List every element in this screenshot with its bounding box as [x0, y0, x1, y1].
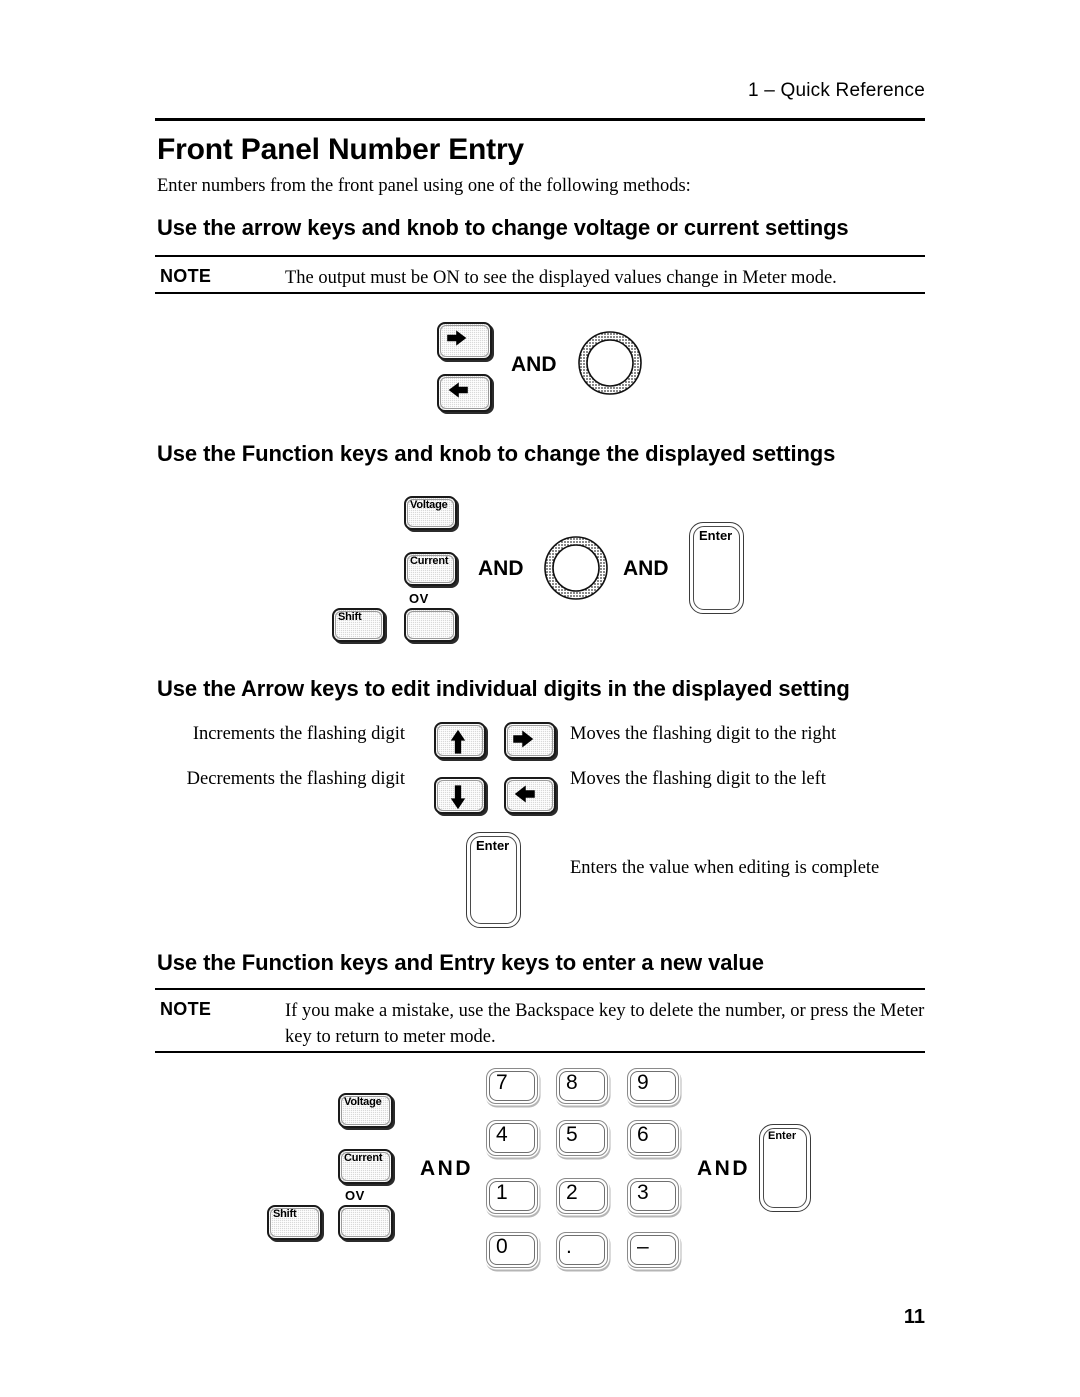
heading-function-knob: Use the Function keys and knob to change… [157, 441, 836, 466]
desc-increments: Increments the flashing digit [192, 724, 405, 744]
document-page: 1 – Quick Reference Front Panel Number E… [0, 0, 1080, 1397]
note-label-2: NOTE [160, 999, 212, 1019]
keypad-key-label: 9 [637, 1071, 649, 1094]
keypad-key-label: 3 [637, 1181, 649, 1204]
key-current-label: Current [344, 1152, 383, 1164]
desc-moves-right: Moves the flashing digit to the right [570, 724, 837, 744]
intro-paragraph: Enter numbers from the front panel using… [157, 176, 691, 196]
up-arrow-icon [448, 729, 468, 755]
keypad-key-5[interactable]: 5 [556, 1120, 608, 1156]
key-voltage[interactable]: Voltage [404, 496, 457, 530]
key-left-arrow[interactable] [437, 374, 492, 412]
keypad-key-decimal[interactable]: . [556, 1232, 608, 1268]
key-right-arrow[interactable] [437, 322, 492, 360]
key-enter-label: Enter [699, 528, 733, 543]
key-down-arrow[interactable] [434, 777, 486, 814]
running-header: 1 – Quick Reference [748, 80, 925, 101]
keypad-key-8[interactable]: 8 [556, 1068, 608, 1104]
note-text-1: The output must be ON to see the display… [285, 268, 837, 288]
keypad-key-1[interactable]: 1 [486, 1178, 538, 1214]
keypad-key-label: 4 [496, 1123, 508, 1146]
keypad-key-label: 6 [637, 1123, 649, 1146]
note-rule-top-1 [155, 255, 925, 257]
key-shift[interactable]: Shift [332, 608, 385, 642]
key-enter[interactable]: Enter [466, 832, 521, 928]
right-arrow-icon [446, 328, 470, 348]
keypad-key-7[interactable]: 7 [486, 1068, 538, 1104]
heading-arrow-knob: Use the arrow keys and knob to change vo… [157, 215, 849, 240]
keypad-key-label: 2 [566, 1181, 578, 1204]
keypad-key-label: . [566, 1235, 572, 1258]
ov-annotation-label: OV [345, 1188, 365, 1203]
down-arrow-icon [448, 784, 468, 810]
keypad-key-label: 0 [496, 1235, 508, 1258]
page-title: Front Panel Number Entry [157, 133, 524, 166]
keypad-key-3[interactable]: 3 [627, 1178, 679, 1214]
rotary-knob-icon[interactable] [577, 330, 643, 396]
page-number: 11 [903, 1306, 925, 1328]
right-arrow-icon [511, 728, 537, 750]
key-current-label: Current [410, 555, 449, 567]
left-arrow-icon [446, 380, 470, 400]
keypad-key-4[interactable]: 4 [486, 1120, 538, 1156]
and-connector-4: AND [420, 1157, 473, 1180]
key-enter-label: Enter [768, 1130, 797, 1142]
note-text-2: If you make a mistake, use the Backspace… [285, 1001, 925, 1047]
keypad-key-label: – [637, 1235, 649, 1258]
key-up-arrow[interactable] [434, 722, 486, 759]
keypad-key-9[interactable]: 9 [627, 1068, 679, 1104]
keypad-key-0[interactable]: 0 [486, 1232, 538, 1268]
key-ov[interactable] [404, 608, 457, 642]
key-voltage[interactable]: Voltage [338, 1093, 393, 1128]
key-voltage-label: Voltage [344, 1096, 382, 1108]
key-ov[interactable] [338, 1205, 393, 1240]
keypad-key-6[interactable]: 6 [627, 1120, 679, 1156]
key-enter-label: Enter [476, 838, 510, 853]
key-right-arrow[interactable] [504, 722, 556, 759]
key-enter[interactable]: Enter [759, 1124, 811, 1212]
note-label-1: NOTE [160, 266, 212, 286]
key-left-arrow[interactable] [504, 777, 556, 814]
key-shift[interactable]: Shift [267, 1205, 322, 1240]
key-current[interactable]: Current [404, 552, 457, 586]
key-bevel [407, 611, 454, 639]
keypad-key-2[interactable]: 2 [556, 1178, 608, 1214]
keypad-key-label: 5 [566, 1123, 578, 1146]
keypad-key-label: 7 [496, 1071, 508, 1094]
note-rule-bottom-2 [155, 1051, 925, 1053]
key-current[interactable]: Current [338, 1149, 393, 1184]
and-connector-3: AND [623, 557, 669, 580]
and-connector-5: AND [697, 1157, 750, 1180]
keypad-key-label: 1 [496, 1181, 508, 1204]
keypad-key-minus[interactable]: – [627, 1232, 679, 1268]
keypad-key-label: 8 [566, 1071, 578, 1094]
desc-enter-value: Enters the value when editing is complet… [570, 858, 880, 878]
desc-decrements: Decrements the flashing digit [186, 769, 405, 789]
key-bevel [341, 1208, 390, 1237]
key-voltage-label: Voltage [410, 499, 448, 511]
key-enter[interactable]: Enter [689, 522, 744, 614]
and-connector-1: AND [511, 353, 557, 376]
note-rule-top-2 [155, 988, 925, 990]
key-shift-label: Shift [273, 1208, 297, 1220]
note-rule-bottom-1 [155, 292, 925, 294]
and-connector-2: AND [478, 557, 524, 580]
header-rule [155, 118, 925, 121]
key-shift-label: Shift [338, 611, 362, 623]
desc-moves-left: Moves the flashing digit to the left [570, 769, 826, 789]
rotary-knob-icon[interactable] [543, 535, 609, 601]
heading-entry-keys: Use the Function keys and Entry keys to … [157, 950, 764, 975]
left-arrow-icon [511, 783, 537, 805]
ov-annotation-label: OV [409, 591, 429, 606]
heading-edit-digits: Use the Arrow keys to edit individual di… [157, 676, 850, 701]
